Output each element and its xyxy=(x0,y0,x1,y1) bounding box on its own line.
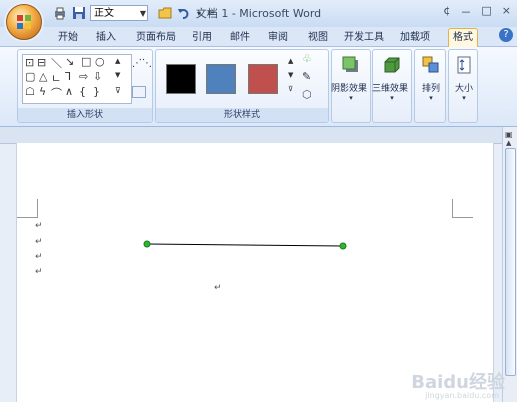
3d-effects-label: 三维效果 xyxy=(372,84,409,94)
freeform-shape-icon[interactable]: ☖ xyxy=(25,85,35,98)
tab-view[interactable]: 视图 xyxy=(304,30,332,46)
tab-home[interactable]: 开始 xyxy=(54,30,82,46)
rounded-rect-shape-icon[interactable]: ▢ xyxy=(25,70,35,83)
down-arrow-shape-icon[interactable]: ⇩ xyxy=(93,70,102,83)
rectangle-shape-icon[interactable]: □ xyxy=(81,55,91,68)
tab-mailings[interactable]: 邮件 xyxy=(226,30,254,46)
restore-ribbon-button[interactable]: ¢ xyxy=(443,4,450,20)
start-handle[interactable] xyxy=(143,240,151,248)
chevron-down-icon: ▾ xyxy=(462,94,466,102)
outline-color-icon[interactable]: ✎ xyxy=(302,70,311,83)
paragraph-mark: ↵ xyxy=(214,283,222,293)
left-brace-shape-icon[interactable]: { xyxy=(79,85,86,98)
gallery-scroll-up-icon[interactable]: ▲ xyxy=(115,57,120,65)
maximize-button[interactable]: □ xyxy=(481,4,491,20)
arrow-shape-icon[interactable]: ↘ xyxy=(65,55,74,68)
textbox-icon[interactable]: ⊡ xyxy=(25,56,34,69)
shadow-effects-label: 阴影效果 xyxy=(331,84,368,94)
scroll-thumb[interactable] xyxy=(505,148,516,376)
edit-points-icon[interactable]: ⋰⋱ xyxy=(132,58,152,69)
insert-shapes-group: ⊡ ⊟ ＼ ↘ □ ○ ▢ △ ㄴ ⅂ ⇨ ⇩ ☖ ϟ ⌒ ∧ { } ▲ ▼ … xyxy=(17,49,153,123)
ribbon-tabs: 开始 插入 页面布局 引用 邮件 审阅 视图 开发工具 加载项 格式 ? xyxy=(0,27,517,47)
end-handle[interactable] xyxy=(339,242,347,250)
shadow-effects-icon xyxy=(342,56,358,72)
minimize-button[interactable]: － xyxy=(460,4,471,20)
paragraph-mark: ↵ xyxy=(35,237,43,247)
lightning-shape-icon[interactable]: ϟ xyxy=(39,85,46,98)
vertical-textbox-icon[interactable]: ⊟ xyxy=(37,56,46,69)
chevron-down-icon: ▾ xyxy=(390,94,394,102)
3d-effects-group: 三维效果 ▾ xyxy=(372,49,412,123)
size-label: 大小 xyxy=(454,84,473,94)
styles-gallery-scroll[interactable]: ▲ ▼ ⊽ xyxy=(288,54,293,96)
shadow-effects-button[interactable]: 阴影效果 ▾ xyxy=(331,52,367,102)
paragraph-mark: ↵ xyxy=(35,267,43,277)
arrange-label: 排列 xyxy=(421,84,440,94)
paragraph-mark: ↵ xyxy=(35,252,43,262)
chevron-down-icon: ▾ xyxy=(429,94,433,102)
elbow-arrow-icon[interactable]: ⅂ xyxy=(65,70,71,83)
shape-style-blue[interactable] xyxy=(206,64,236,94)
insert-shapes-group-label: 插入形状 xyxy=(18,108,152,122)
window-title: 文档 1 - Microsoft Word xyxy=(195,7,322,20)
ruler-toggle-icon[interactable]: ▣ xyxy=(505,130,513,139)
arc-shape-icon[interactable]: ⌒ xyxy=(51,85,62,101)
size-group: 大小 ▾ xyxy=(448,49,478,123)
tab-format[interactable]: 格式 xyxy=(448,28,478,47)
tab-insert[interactable]: 插入 xyxy=(92,30,120,46)
fill-color-icon[interactable]: ♧ xyxy=(302,52,312,65)
size-icon xyxy=(457,56,471,74)
ribbon: ⊡ ⊟ ＼ ↘ □ ○ ▢ △ ㄴ ⅂ ⇨ ⇩ ☖ ϟ ⌒ ∧ { } ▲ ▼ … xyxy=(0,47,517,127)
watermark-url: jingyan.baidu.com xyxy=(425,391,499,400)
size-button[interactable]: 大小 ▾ xyxy=(450,52,478,102)
right-arrow-shape-icon[interactable]: ⇨ xyxy=(79,70,88,83)
chevron-down-icon: ▾ xyxy=(349,94,353,102)
close-button[interactable]: × xyxy=(502,4,511,20)
change-shape-icon[interactable]: ⬡ xyxy=(302,88,312,101)
triangle-shape-icon[interactable]: △ xyxy=(39,70,47,83)
tab-addins[interactable]: 加载项 xyxy=(396,30,434,46)
line-shape[interactable] xyxy=(143,239,347,251)
oval-shape-icon[interactable]: ○ xyxy=(95,55,105,68)
scroll-up-icon[interactable]: ▲ xyxy=(506,139,511,147)
curve-shape-icon[interactable]: ∧ xyxy=(65,85,73,98)
right-brace-shape-icon[interactable]: } xyxy=(93,85,100,98)
shape-style-red[interactable] xyxy=(248,64,278,94)
text-direction-icon[interactable] xyxy=(132,86,146,98)
shape-style-black[interactable] xyxy=(166,64,196,94)
gallery-more-icon[interactable]: ⊽ xyxy=(115,86,121,95)
ruler-bar xyxy=(0,127,507,144)
tab-review[interactable]: 审阅 xyxy=(264,30,292,46)
elbow-connector-icon[interactable]: ㄴ xyxy=(51,70,61,86)
paragraph-mark: ↵ xyxy=(35,221,43,231)
line-shape-icon[interactable]: ＼ xyxy=(51,55,62,71)
document-page[interactable]: ↵ ↵ ↵ ↵ ↵ xyxy=(16,143,494,402)
window-controls: ¢ － □ × xyxy=(443,4,511,20)
shapes-gallery[interactable]: ⊡ ⊟ ＼ ↘ □ ○ ▢ △ ㄴ ⅂ ⇨ ⇩ ☖ ϟ ⌒ ∧ { } ▲ ▼ … xyxy=(22,54,132,104)
shape-styles-group-label: 形状样式 xyxy=(156,108,328,122)
vertical-scrollbar[interactable]: ▣ ▲ xyxy=(502,127,517,402)
arrange-button[interactable]: 排列 ▾ xyxy=(417,52,445,102)
help-icon[interactable]: ? xyxy=(499,28,513,42)
office-button[interactable] xyxy=(6,4,42,40)
3d-effects-icon xyxy=(384,57,400,73)
shape-styles-group: ▲▼⊽ ♧ ✎ ⬡ ⬊ 形状样式 xyxy=(155,49,329,123)
title-bar: 正文 ▼ ▾ ≡ 文档 1 - Microsoft Word ¢ － □ × xyxy=(0,0,517,28)
arrange-group: 排列 ▾ xyxy=(414,49,446,123)
tab-developer[interactable]: 开发工具 xyxy=(340,30,388,46)
arrange-icon xyxy=(422,56,439,73)
tab-page-layout[interactable]: 页面布局 xyxy=(132,30,180,46)
3d-effects-button[interactable]: 三维效果 ▾ xyxy=(372,52,408,102)
shadow-effects-group: 阴影效果 ▾ xyxy=(331,49,371,123)
gallery-scroll-down-icon[interactable]: ▼ xyxy=(115,71,120,79)
crop-mark-right xyxy=(452,199,473,218)
crop-mark-left xyxy=(17,199,38,218)
office-logo-icon xyxy=(17,15,31,29)
tab-references[interactable]: 引用 xyxy=(188,30,216,46)
